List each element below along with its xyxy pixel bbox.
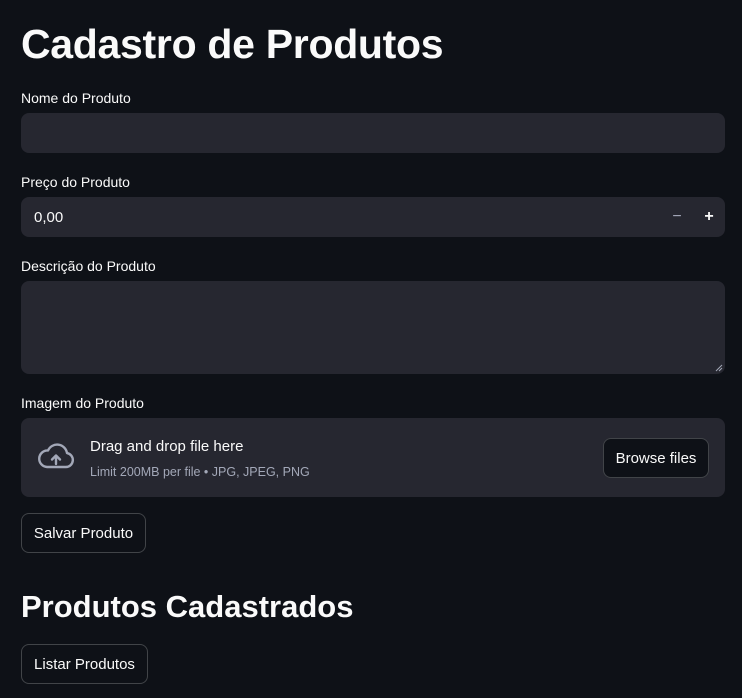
product-description-label: Descrição do Produto [21,258,156,274]
resize-handle-icon[interactable] [715,364,723,372]
dropzone-file-limit: Limit 200MB per file • JPG, JPEG, PNG [90,465,310,479]
price-decrement-button[interactable]: − [661,197,693,237]
list-products-button[interactable]: Listar Produtos [21,644,148,684]
product-price-input[interactable]: 0,00 − + [21,197,725,237]
cloud-upload-icon [38,443,75,469]
product-image-label: Imagem do Produto [21,395,144,411]
app-page: Cadastro de Produtos Nome do Produto Pre… [0,0,742,698]
product-name-label: Nome do Produto [21,90,131,106]
price-increment-button[interactable]: + [693,197,725,237]
browse-files-button[interactable]: Browse files [603,438,709,478]
product-description-textarea[interactable] [21,281,725,374]
dropzone-instructions: Drag and drop file here [90,438,244,455]
product-price-label: Preço do Produto [21,174,130,190]
product-name-input[interactable] [21,113,725,153]
save-product-button[interactable]: Salvar Produto [21,513,146,553]
page-title: Cadastro de Produtos [21,21,444,67]
file-dropzone[interactable]: Drag and drop file here Limit 200MB per … [21,418,725,497]
section-title: Produtos Cadastrados [21,589,354,624]
price-value[interactable]: 0,00 [21,209,661,226]
